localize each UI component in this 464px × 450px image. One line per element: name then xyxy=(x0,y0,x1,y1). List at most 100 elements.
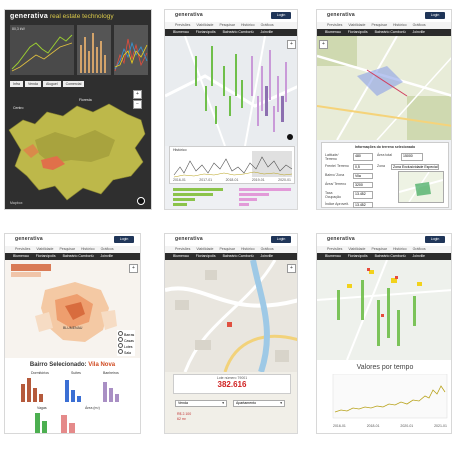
zoom-in-button[interactable]: + xyxy=(287,40,296,49)
menu-item[interactable]: Histórico xyxy=(241,247,255,251)
login-button[interactable]: Login xyxy=(271,12,291,19)
top-header: generativa Login xyxy=(165,234,297,246)
field-value[interactable]: 13.452 xyxy=(353,202,373,209)
login-button[interactable]: Login xyxy=(271,236,291,243)
field-value[interactable]: Vila xyxy=(353,173,373,180)
layer-tab[interactable]: Infra xyxy=(10,81,24,88)
layer-tab[interactable]: Comercial xyxy=(62,81,85,88)
menu-item[interactable]: Pesquisar xyxy=(371,247,387,251)
field-value[interactable]: 3200 xyxy=(353,182,373,189)
menu-item[interactable]: Viabilidade xyxy=(36,247,53,251)
transaction-select[interactable]: Venda ▾ xyxy=(175,400,227,407)
menu-item[interactable]: Gráficos xyxy=(261,247,274,251)
city-tab[interactable]: Balneário Camboriú xyxy=(375,30,406,34)
city-tab[interactable]: Joinville xyxy=(101,254,113,258)
heat-column-map[interactable] xyxy=(317,260,452,360)
city-tab[interactable]: Blumenau xyxy=(173,254,189,258)
land-map[interactable] xyxy=(317,36,452,140)
top-menu: Previsões Viabilidade Pesquisar Históric… xyxy=(165,246,297,253)
x-tick: 2016-01 xyxy=(333,423,346,428)
menu-item[interactable]: Gráficos xyxy=(413,247,426,251)
values-line-chart xyxy=(332,374,448,419)
x-tick: 2018-01 xyxy=(225,177,239,182)
city-tab[interactable]: Joinville xyxy=(261,30,273,34)
city-tab[interactable]: Blumenau xyxy=(13,254,29,258)
parcel-minimap xyxy=(398,171,444,203)
city-3d-map[interactable] xyxy=(5,90,152,210)
top-menu: Previsões Viabilidade Pesquisar Históric… xyxy=(5,246,140,253)
city-tab[interactable]: Florianópolis xyxy=(348,30,368,34)
menu-item[interactable]: Previsões xyxy=(15,247,30,251)
zoom-out-button[interactable]: − xyxy=(133,100,142,109)
selected-name: Vila Nova xyxy=(88,362,116,368)
menu-item[interactable]: Histórico xyxy=(393,23,407,27)
menu-item[interactable]: Viabilidade xyxy=(348,247,365,251)
compass-icon[interactable] xyxy=(287,134,293,140)
menu-item[interactable]: Viabilidade xyxy=(196,23,213,27)
zoom-in-button[interactable]: + xyxy=(287,264,296,273)
city-tab[interactable]: Blumenau xyxy=(325,254,341,258)
menu-item[interactable]: Pesquisar xyxy=(219,23,235,27)
menu-item[interactable]: Pesquisar xyxy=(219,247,235,251)
menu-item[interactable]: Viabilidade xyxy=(348,23,365,27)
zoom-in-button[interactable]: + xyxy=(319,40,328,49)
city-tab[interactable]: Balneário Camboriú xyxy=(375,254,406,258)
city-tab[interactable]: Blumenau xyxy=(173,30,189,34)
city-tab[interactable]: Balneário Camboriú xyxy=(223,254,254,258)
stats-bar-charts-bottom xyxy=(35,413,75,433)
field-value[interactable]: Zona Exclusividade Especial xyxy=(391,164,439,171)
buildings-map[interactable] xyxy=(165,36,298,146)
field-value[interactable]: 15000 xyxy=(401,153,423,162)
login-button[interactable]: Login xyxy=(114,236,134,243)
menu-item[interactable]: Previsões xyxy=(175,23,190,27)
login-button[interactable]: Login xyxy=(425,236,445,243)
menu-item[interactable]: Gráficos xyxy=(261,23,274,27)
panel-overview-3d: generativa real estate technology 80,3 k… xyxy=(4,9,152,210)
menu-item[interactable]: Pesquisar xyxy=(371,23,387,27)
city-tab[interactable]: Florianópolis xyxy=(196,30,216,34)
menu-item[interactable]: Gráficos xyxy=(413,23,426,27)
city-tab[interactable]: Blumenau xyxy=(325,30,341,34)
street-map[interactable] xyxy=(165,260,298,372)
login-button[interactable]: Login xyxy=(425,12,445,19)
menu-item[interactable]: Pesquisar xyxy=(59,247,75,251)
menu-item[interactable]: Viabilidade xyxy=(196,247,213,251)
x-tick: 2017-01 xyxy=(199,177,213,182)
city-tab[interactable]: Balneário Camboriú xyxy=(223,30,254,34)
menu-item[interactable]: Histórico xyxy=(393,247,407,251)
x-tick: 2020-01 xyxy=(278,177,291,182)
chevron-down-icon: ▾ xyxy=(280,401,282,406)
zoom-in-button[interactable]: + xyxy=(133,90,142,99)
menu-item[interactable]: Previsões xyxy=(327,23,342,27)
chart-title: Área (m²) xyxy=(85,406,100,410)
field-value[interactable]: 480 xyxy=(353,153,373,162)
zoom-in-button[interactable]: + xyxy=(129,264,138,273)
city-tab[interactable]: Joinville xyxy=(413,30,425,34)
city-tab[interactable]: Florianópolis xyxy=(348,254,368,258)
city-menu: Blumenau Florianópolis Balneário Cambori… xyxy=(317,29,451,36)
property-type-select[interactable]: Apartamento ▾ xyxy=(233,400,285,407)
city-tab[interactable]: Florianópolis xyxy=(36,254,56,258)
city-tab[interactable]: Joinville xyxy=(261,254,273,258)
brand-logo: generativa xyxy=(175,236,204,242)
city-tab[interactable]: Balneário Camboriú xyxy=(63,254,94,258)
compass-icon[interactable] xyxy=(137,197,145,205)
brand-logo: generativa xyxy=(15,236,44,242)
menu-item[interactable]: Gráficos xyxy=(101,247,114,251)
field-label: Índice Aproveit. xyxy=(325,202,349,207)
menu-item[interactable]: Histórico xyxy=(81,247,95,251)
panel-land-info: generativa Login Previsões Viabilidade P… xyxy=(316,9,452,210)
city-tab[interactable]: Joinville xyxy=(413,254,425,258)
field-value[interactable]: 0,5 xyxy=(353,164,373,171)
panel-neighborhood-stats: generativa Login Previsões Viabilidade P… xyxy=(4,233,141,434)
x-tick: 2021-01 xyxy=(434,423,447,428)
menu-item[interactable]: Previsões xyxy=(327,247,342,251)
legend-item[interactable]: Sala xyxy=(118,349,134,355)
layer-tab[interactable]: Aluguel xyxy=(42,81,61,88)
field-value[interactable]: 13.452 xyxy=(353,191,373,200)
layer-tab[interactable]: Venda xyxy=(25,81,41,88)
mini-chart-1-lines xyxy=(11,34,73,72)
menu-item[interactable]: Histórico xyxy=(241,23,255,27)
menu-item[interactable]: Previsões xyxy=(175,247,190,251)
city-tab[interactable]: Florianópolis xyxy=(196,254,216,258)
